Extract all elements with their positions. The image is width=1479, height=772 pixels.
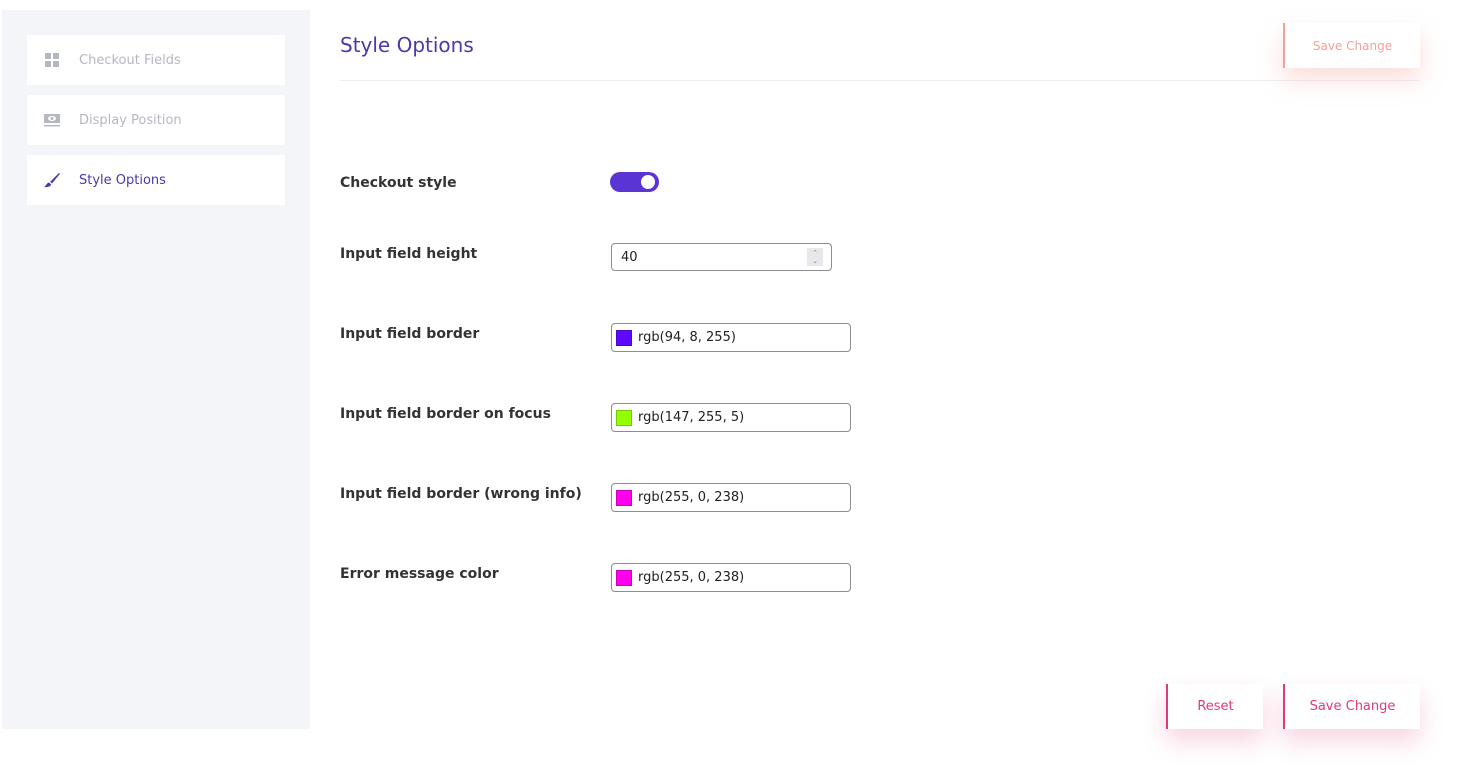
border-wrong-label: Input field border (wrong info) (340, 486, 582, 502)
checkout-style-label: Checkout style (340, 175, 457, 191)
sidebar-item-checkout-fields[interactable]: Checkout Fields (27, 35, 285, 85)
border-label: Input field border (340, 326, 480, 342)
error-color-field[interactable]: rgb(255, 0, 238) (611, 563, 851, 592)
save-button-top[interactable]: Save Change (1283, 23, 1420, 68)
chevron-up-icon[interactable]: ⌃ (812, 249, 818, 257)
sidebar-item-label: Display Position (79, 112, 182, 128)
brush-icon (44, 172, 60, 188)
error-color-label: Error message color (340, 566, 499, 582)
sidebar-item-style-options[interactable]: Style Options (27, 155, 285, 205)
border-focus-color-field[interactable]: rgb(147, 255, 5) (611, 403, 851, 432)
toggle-knob (641, 175, 655, 189)
input-height-label: Input field height (340, 246, 478, 262)
color-swatch[interactable] (616, 569, 632, 586)
reset-button[interactable]: Reset (1166, 684, 1263, 729)
number-spinner[interactable]: ⌃ ⌄ (807, 248, 823, 266)
border-color-value: rgb(94, 8, 255) (638, 330, 736, 345)
sidebar-item-label: Style Options (79, 172, 166, 188)
sidebar-item-display-position[interactable]: Display Position (27, 95, 285, 145)
color-swatch[interactable] (616, 489, 632, 506)
input-height-field[interactable]: 40 ⌃ ⌄ (611, 243, 832, 271)
save-button[interactable]: Save Change (1283, 684, 1420, 729)
checkout-style-toggle[interactable] (610, 172, 659, 192)
title-divider (340, 80, 1420, 81)
page-title: Style Options (340, 33, 474, 57)
border-focus-label: Input field border on focus (340, 406, 551, 422)
chevron-down-icon[interactable]: ⌄ (812, 257, 818, 265)
grid-icon (44, 52, 60, 68)
error-color-value: rgb(255, 0, 238) (638, 570, 745, 585)
border-color-field[interactable]: rgb(94, 8, 255) (611, 323, 851, 352)
color-swatch[interactable] (616, 409, 632, 426)
border-wrong-color-value: rgb(255, 0, 238) (638, 490, 745, 505)
border-focus-color-value: rgb(147, 255, 5) (638, 410, 745, 425)
border-wrong-color-field[interactable]: rgb(255, 0, 238) (611, 483, 851, 512)
sidebar: Checkout Fields Display Position Style O… (2, 10, 310, 729)
color-swatch[interactable] (616, 329, 632, 346)
display-icon (44, 112, 60, 128)
input-height-value: 40 (621, 249, 638, 265)
sidebar-item-label: Checkout Fields (79, 52, 181, 68)
